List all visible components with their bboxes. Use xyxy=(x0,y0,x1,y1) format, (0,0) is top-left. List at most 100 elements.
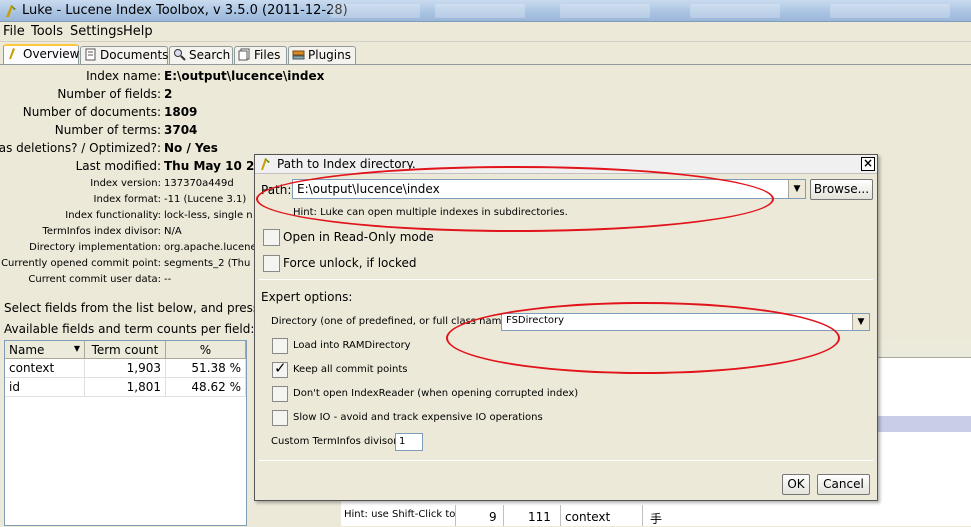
tab-overview[interactable]: Overview xyxy=(3,44,80,65)
shift-click-hint: Hint: use Shift-Click to xyxy=(344,509,456,520)
load-ram-checkbox[interactable] xyxy=(272,338,288,354)
col-percent-header[interactable]: % xyxy=(166,341,246,359)
force-unlock-label: Force unlock, if locked xyxy=(283,256,417,270)
chevron-down-icon[interactable]: ▼ xyxy=(852,314,869,330)
col-termcount-label: Term count xyxy=(91,343,159,357)
tab-files[interactable]: Files xyxy=(234,46,287,65)
table-row-context-pct[interactable]: 51.38 % xyxy=(166,359,246,378)
col-name-label: Name xyxy=(9,343,45,357)
deletions-value: No / Yes xyxy=(164,141,218,155)
plugin-icon xyxy=(292,50,305,60)
files-icon xyxy=(238,48,250,61)
keep-commits-checkbox[interactable]: ✓ xyxy=(272,359,288,378)
num-terms-label: Number of terms: xyxy=(54,123,161,137)
main-tabs: Overview Documents Search Files Plugins xyxy=(0,44,971,65)
col-name-header[interactable]: Name ▼ xyxy=(5,341,85,359)
table-row-id-name[interactable]: id xyxy=(5,378,85,397)
sort-down-icon: ▼ xyxy=(73,344,80,353)
document-icon xyxy=(85,48,96,61)
index-functionality-label: Index functionality: xyxy=(65,210,161,221)
keep-commits-label: Keep all commit points xyxy=(293,364,408,375)
luke-app-icon xyxy=(261,158,270,170)
load-ram-label: Load into RAMDirectory xyxy=(293,340,411,351)
slow-io-checkbox[interactable] xyxy=(272,410,288,426)
readonly-label: Open in Read-Only mode xyxy=(283,230,434,244)
term-row-field: context xyxy=(565,510,611,524)
tab-documents-label: Documents xyxy=(100,48,169,62)
term-row-count: 111 xyxy=(528,510,551,524)
taskbar-ghost xyxy=(330,4,420,18)
terminfos-label: TermInfos index divisor: xyxy=(42,226,161,237)
term-row-term: 手 xyxy=(650,512,663,526)
fields-table: Name ▼ Term count % context 1,903 51.38 … xyxy=(4,340,247,526)
col-percent-label: % xyxy=(199,343,212,357)
window-title: Luke - Lucene Index Toolbox, v 3.5.0 (20… xyxy=(22,3,348,18)
dir-impl-value: org.apache.lucene xyxy=(164,242,257,253)
col-divider xyxy=(455,505,456,526)
menu-settings[interactable]: Settings xyxy=(70,24,123,39)
tab-documents[interactable]: Documents xyxy=(80,46,168,65)
separator xyxy=(259,460,873,461)
deletions-label: Has deletions? / Optimized?: xyxy=(0,141,161,155)
col-divider xyxy=(503,505,504,526)
index-format-label: Index format: xyxy=(93,194,161,205)
tab-search[interactable]: Search xyxy=(169,46,233,65)
commit-point-value: segments_2 (Thu M xyxy=(164,258,263,269)
tab-plugins[interactable]: Plugins xyxy=(288,46,356,65)
separator xyxy=(259,279,873,280)
menu-bar: File Tools Settings Help xyxy=(0,22,971,42)
col-divider xyxy=(560,505,561,526)
num-terms-value: 3704 xyxy=(164,123,198,137)
num-docs-value: 1809 xyxy=(164,105,198,119)
path-combobox[interactable]: E:\output\lucence\index ▼ xyxy=(292,179,806,199)
num-docs-label: Number of documents: xyxy=(22,105,161,119)
directory-label: Directory (one of predefined, or full cl… xyxy=(271,316,515,327)
num-fields-label: Number of fields: xyxy=(57,87,161,101)
menu-help[interactable]: Help xyxy=(123,24,153,39)
col-termcount-header[interactable]: Term count xyxy=(85,341,166,359)
commit-point-label: Currently opened commit point: xyxy=(1,258,161,269)
readonly-checkbox[interactable] xyxy=(263,229,280,246)
chevron-down-icon[interactable]: ▼ xyxy=(788,180,805,198)
index-version-label: Index version: xyxy=(90,178,161,189)
table-row-context-count[interactable]: 1,903 xyxy=(85,359,166,378)
expert-options-label: Expert options: xyxy=(261,290,353,304)
slow-io-label: Slow IO - avoid and track expensive IO o… xyxy=(293,412,543,423)
browse-button[interactable]: Browse... xyxy=(810,179,873,200)
checkmark-icon: ✓ xyxy=(274,359,287,377)
menu-file[interactable]: File xyxy=(3,24,25,39)
taskbar-ghost xyxy=(435,4,525,18)
num-fields-value: 2 xyxy=(164,87,173,101)
term-row-number: 9 xyxy=(489,510,497,524)
luke-icon xyxy=(9,48,15,59)
force-unlock-checkbox[interactable] xyxy=(263,255,280,272)
termdivisor-label: Custom TermInfos divisor: xyxy=(271,436,401,447)
available-fields-text: Available fields and term counts per fie… xyxy=(4,322,255,336)
tab-search-label: Search xyxy=(189,48,231,62)
table-row-context-name[interactable]: context xyxy=(5,359,85,378)
window-titlebar: Luke - Lucene Index Toolbox, v 3.5.0 (20… xyxy=(0,0,971,22)
cancel-button[interactable]: Cancel xyxy=(817,474,870,495)
last-modified-label: Last modified: xyxy=(75,159,161,173)
ok-button[interactable]: OK xyxy=(782,474,810,495)
commit-user-data-value: -- xyxy=(164,274,172,285)
dont-open-checkbox[interactable] xyxy=(272,386,288,402)
path-input[interactable]: E:\output\lucence\index xyxy=(297,182,440,196)
termdivisor-input[interactable]: 1 xyxy=(395,433,423,451)
luke-app-icon xyxy=(6,5,16,17)
selected-row-highlight xyxy=(876,416,971,432)
tab-overview-label: Overview xyxy=(23,47,80,61)
directory-combobox[interactable]: FSDirectory ▼ xyxy=(501,313,870,331)
table-row-id-pct[interactable]: 48.62 % xyxy=(166,378,246,397)
menu-tools[interactable]: Tools xyxy=(31,24,63,39)
taskbar-ghost xyxy=(690,4,780,18)
table-row-id-count[interactable]: 1,801 xyxy=(85,378,166,397)
close-icon[interactable]: × xyxy=(861,157,875,171)
index-format-value: -11 (Lucene 3.1) xyxy=(164,194,247,205)
index-functionality-value: lock-less, single n xyxy=(164,210,253,221)
index-name-value: E:\output\lucence\index xyxy=(164,69,325,83)
path-hint: Hint: Luke can open multiple indexes in … xyxy=(293,207,568,218)
col-divider xyxy=(642,505,643,526)
search-icon xyxy=(174,49,186,61)
directory-value[interactable]: FSDirectory xyxy=(506,315,564,326)
